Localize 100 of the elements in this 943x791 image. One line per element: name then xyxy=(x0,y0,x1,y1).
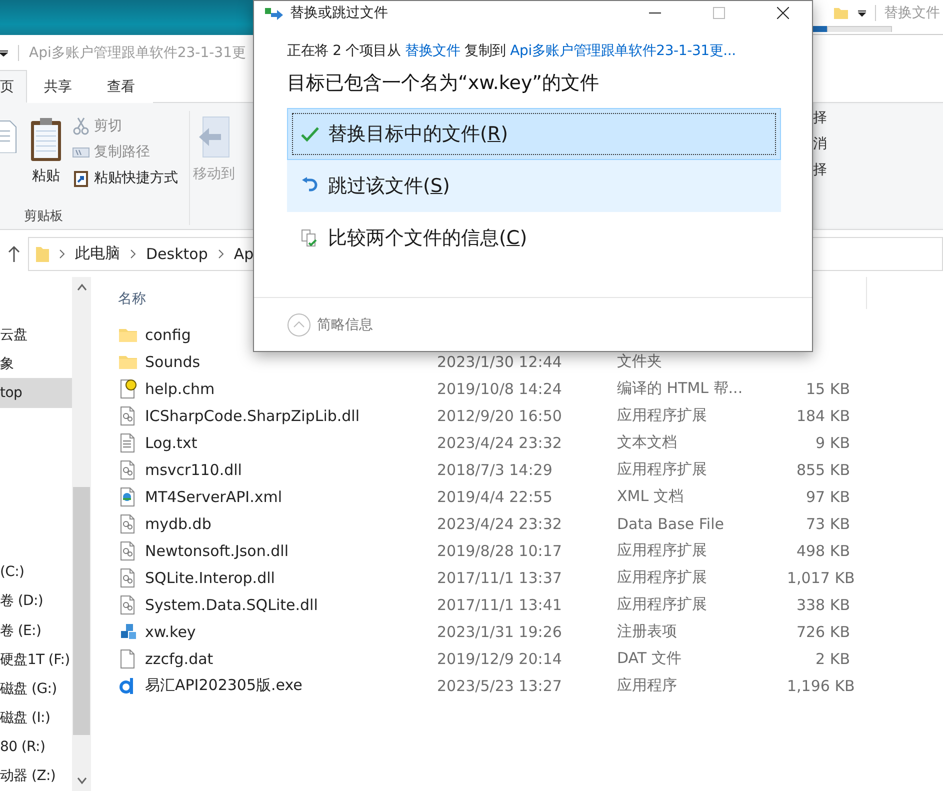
breadcrumb[interactable]: 此电脑 xyxy=(75,244,120,263)
date-cell-text: 2023/5/23 13:27 xyxy=(437,676,563,694)
source-link[interactable]: 替换文件 xyxy=(405,43,460,59)
minimize-icon xyxy=(649,12,661,14)
breadcrumb[interactable]: Ap xyxy=(234,244,254,262)
nav-item[interactable]: 云盘 xyxy=(0,320,72,350)
ribbon-label[interactable]: 择 xyxy=(813,109,827,127)
folder-icon xyxy=(35,244,49,262)
option-button[interactable]: 跳过该文件(S) xyxy=(287,160,781,212)
type-cell-text: DAT 文件 xyxy=(617,649,682,668)
nav-item[interactable]: 磁盘 (G:) xyxy=(0,674,72,704)
size-cell-text: 855 KB xyxy=(795,460,850,478)
date-cell-text: 2023/4/24 23:32 xyxy=(437,514,563,532)
caret-icon xyxy=(857,8,867,18)
date-cell-text: 2017/11/1 13:37 xyxy=(437,568,563,586)
ribbon-button[interactable]: 粘贴快捷方式 xyxy=(72,167,178,189)
size-cell-text: 2 KB xyxy=(814,650,850,668)
type-cell-text: 应用程序扩展 xyxy=(617,568,708,587)
chevron-up-icon xyxy=(76,283,86,291)
file-name[interactable]: ICSharpCode.SharpZipLib.dll xyxy=(138,406,437,424)
date-cell-text: 2019/10/8 14:24 xyxy=(437,380,563,398)
clipboard-icon xyxy=(29,117,63,161)
type-cell-text: 编译的 HTML 帮... xyxy=(617,379,744,398)
chevron-right-icon xyxy=(58,248,66,258)
file-name[interactable]: 易汇API202305版.exe xyxy=(138,676,437,695)
type-cell-text: 应用程序扩展 xyxy=(617,541,708,560)
ribbon-label[interactable]: 消 xyxy=(813,135,827,153)
paste-button[interactable]: 粘贴 xyxy=(26,113,66,207)
type-cell-text: 应用程序扩展 xyxy=(617,460,708,479)
file-name[interactable]: msvcr110.dll xyxy=(138,460,437,478)
date-cell-text: 2019/8/28 10:17 xyxy=(437,542,563,560)
nav-item[interactable]: 象 xyxy=(0,349,72,378)
dialog-title: 替换或跳过文件 xyxy=(290,4,389,22)
size-cell-text: 97 KB xyxy=(805,488,850,506)
date-cell-text: 2019/12/9 20:14 xyxy=(437,650,563,668)
nav-item[interactable]: 卷 (D:) xyxy=(0,586,72,616)
window-title: Api多账户管理跟单软件23-1-31更 xyxy=(29,44,246,62)
type-cell-text: 应用程序 xyxy=(617,676,678,695)
nav-item[interactable]: 硬盘1T (F:) xyxy=(0,645,72,674)
size-cell-text: 15 KB xyxy=(805,380,850,398)
file-name[interactable]: Log.txt xyxy=(138,434,437,452)
nav-item[interactable]: 80 (R:) xyxy=(0,732,72,762)
type-cell-text: 应用程序扩展 xyxy=(617,406,708,425)
window-title: 替换文件 xyxy=(884,4,940,22)
file-name[interactable]: zzcfg.dat xyxy=(138,650,437,668)
option-button[interactable]: 替换目标中的文件(R) xyxy=(287,108,781,160)
date-cell-text: 2019/4/4 22:55 xyxy=(437,488,554,506)
up-arrow-icon xyxy=(6,244,22,262)
file-transfer-icon xyxy=(264,5,284,21)
nav-item[interactable]: 动器 (Z:) xyxy=(0,762,72,791)
date-cell-text: 2017/11/1 13:41 xyxy=(437,596,563,614)
type-cell-text: XML 文档 xyxy=(617,487,684,506)
size-cell-text: 9 KB xyxy=(814,434,850,452)
details-toggle[interactable]: 简略信息 xyxy=(317,316,373,334)
chevron-right-icon xyxy=(216,248,225,258)
ribbon-tab[interactable]: 页 xyxy=(0,70,27,103)
date-cell-text: 2023/1/31 19:26 xyxy=(437,622,563,640)
file-name[interactable]: Newtonsoft.Json.dll xyxy=(138,542,437,560)
file-name[interactable]: System.Data.SQLite.dll xyxy=(138,596,437,614)
file-name[interactable]: MT4ServerAPI.xml xyxy=(138,488,437,506)
column-header[interactable]: 名称 xyxy=(118,290,146,308)
nav-item[interactable]: 磁盘 (I:) xyxy=(0,704,72,733)
maximize-icon xyxy=(713,7,725,19)
copy-summary: 正在将 2 个项目从 替换文件 复制到 Api多账户管理跟单软件23-1-31更... xyxy=(287,42,737,60)
folder-icon xyxy=(833,5,849,21)
scrollbar[interactable] xyxy=(72,277,91,791)
type-cell-text: 注册表项 xyxy=(617,622,678,641)
file-name[interactable]: help.chm xyxy=(138,380,437,398)
date-cell-text: 2018/7/3 14:29 xyxy=(437,460,554,478)
file-name[interactable]: xw.key xyxy=(138,622,437,640)
help-file-icon xyxy=(118,378,138,398)
size-cell-text: 184 KB xyxy=(795,406,850,424)
caret-icon xyxy=(0,48,8,58)
type-cell-text: 文件夹 xyxy=(617,352,663,371)
date-cell-text: 2023/1/30 12:44 xyxy=(437,352,563,370)
file-name[interactable]: mydb.db xyxy=(138,514,437,532)
size-cell-text: 73 KB xyxy=(805,514,850,532)
date-cell-text: 2023/4/24 23:32 xyxy=(437,434,563,452)
option-button[interactable]: 比较两个文件的信息(C) xyxy=(287,212,781,264)
size-cell-text: 338 KB xyxy=(795,596,850,614)
target-link[interactable]: Api多账户管理跟单软件23-1-31更... xyxy=(510,43,736,59)
date-cell-text: 2012/9/20 16:50 xyxy=(437,406,563,424)
type-cell-text: 文本文档 xyxy=(617,433,678,452)
nav-item[interactable]: 卷 (E:) xyxy=(0,616,72,646)
dialog-heading: 目标已包含一个名为“xw.key”的文件 xyxy=(287,71,600,96)
file-name[interactable]: SQLite.Interop.dll xyxy=(138,568,437,586)
nav-item[interactable]: top xyxy=(0,378,72,408)
shortcut-clipboard-icon xyxy=(72,168,90,188)
breadcrumb[interactable]: Desktop xyxy=(146,244,208,262)
ribbon-label[interactable]: 择 xyxy=(813,161,827,179)
type-cell-text: Data Base File xyxy=(617,514,725,532)
type-cell-text: 应用程序扩展 xyxy=(617,595,708,614)
size-cell-text: 726 KB xyxy=(795,622,850,640)
chevron-right-icon xyxy=(129,248,137,258)
size-cell-text: 498 KB xyxy=(795,542,850,560)
group-label: 剪贴板 xyxy=(23,208,64,225)
file-name[interactable]: Sounds xyxy=(138,352,437,370)
chevron-up-circle-icon xyxy=(287,312,311,336)
nav-item[interactable]: (C:) xyxy=(0,558,72,587)
registry-file-icon xyxy=(118,622,138,642)
